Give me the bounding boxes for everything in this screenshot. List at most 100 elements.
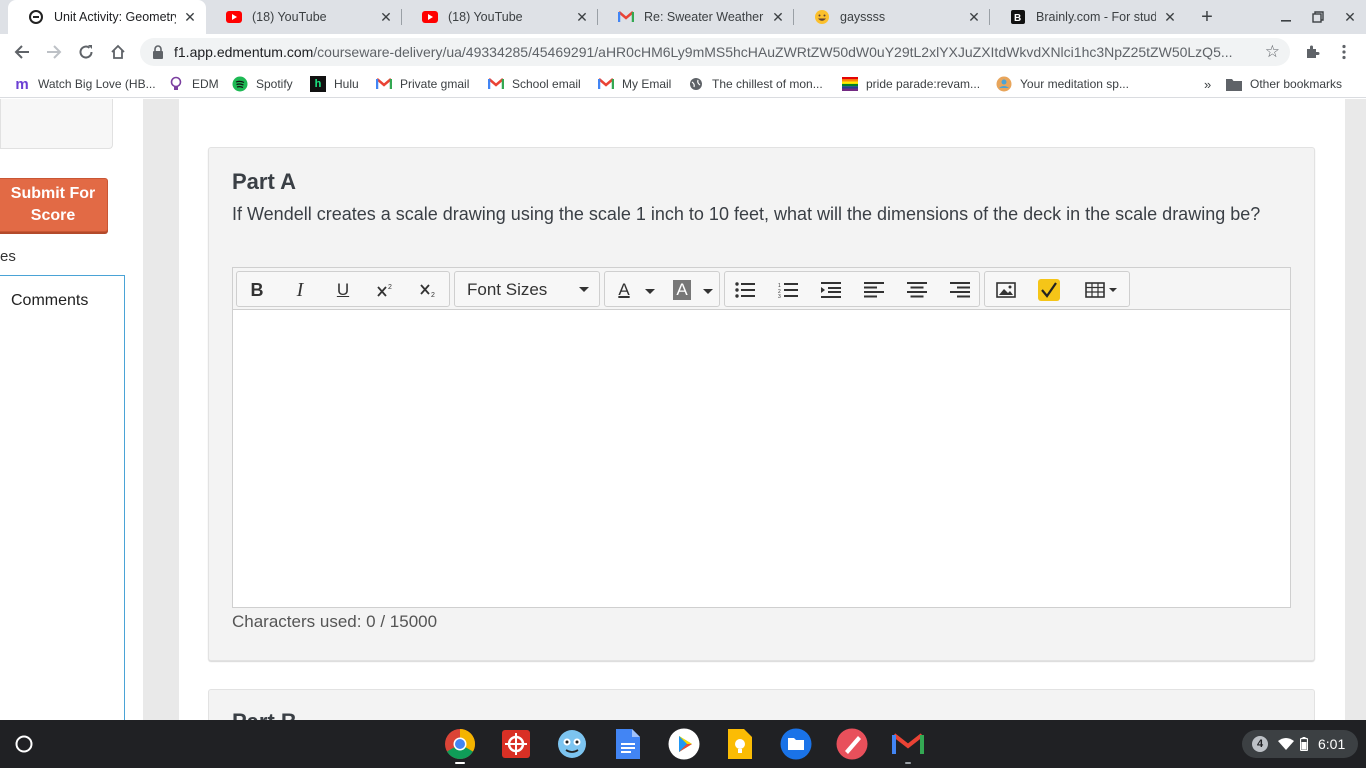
chevron-down-icon[interactable]: [645, 284, 655, 302]
tab-brainly[interactable]: B Brainly.com - For studen ✕: [990, 0, 1186, 34]
close-icon[interactable]: ✕: [1162, 9, 1178, 25]
minimize-icon[interactable]: [1275, 6, 1297, 28]
svg-text:3: 3: [778, 294, 781, 298]
comments-panel[interactable]: Comments: [0, 275, 125, 720]
tab-strip: Unit Activity: Geometry ✕ (18) YouTube ✕…: [0, 0, 1366, 34]
meditation-icon: [996, 76, 1012, 92]
youtube-icon: [422, 9, 438, 25]
gmail-icon: [488, 76, 504, 92]
background-color-button[interactable]: A: [667, 276, 697, 304]
tab-title: Re: Sweater Weather - br: [644, 10, 764, 24]
align-left-icon[interactable]: [859, 276, 889, 304]
chevron-down-icon[interactable]: [703, 284, 713, 302]
submit-for-score-button[interactable]: Submit For Score: [0, 178, 108, 232]
tab-gayssss[interactable]: gayssss ✕: [794, 0, 990, 34]
close-icon[interactable]: ✕: [966, 9, 982, 25]
address-bar[interactable]: f1.app.edmentum.com/courseware-delivery/…: [140, 38, 1290, 66]
underline-button[interactable]: U: [328, 276, 358, 304]
font-color-button[interactable]: A: [609, 276, 639, 304]
bold-button[interactable]: B: [242, 276, 272, 304]
bookmark-watch-big-love[interactable]: m Watch Big Love (HB...: [14, 75, 155, 93]
close-icon[interactable]: ✕: [378, 9, 394, 25]
chrome-icon[interactable]: [444, 728, 476, 760]
new-tab-icon[interactable]: +: [1195, 5, 1219, 29]
more-bookmarks-chevron[interactable]: »: [1204, 75, 1211, 93]
bookmark-chillest[interactable]: The chillest of mon...: [688, 75, 823, 93]
restore-icon[interactable]: [1307, 6, 1329, 28]
insert-image-icon[interactable]: [991, 276, 1021, 304]
flag-icon: [842, 76, 858, 92]
align-center-icon[interactable]: [902, 276, 932, 304]
bookmark-meditation[interactable]: Your meditation sp...: [996, 75, 1129, 93]
answer-textarea[interactable]: [233, 310, 1290, 607]
next-question-card: [208, 689, 1315, 720]
tab-gmail[interactable]: Re: Sweater Weather - br ✕: [598, 0, 794, 34]
gmail-icon: [618, 9, 634, 25]
reload-icon[interactable]: [74, 40, 98, 64]
brainly-icon: B: [1010, 9, 1026, 25]
close-icon[interactable]: ✕: [182, 9, 198, 25]
app-cartoon-icon[interactable]: [556, 728, 588, 760]
bookmark-hulu[interactable]: h Hulu: [310, 75, 359, 93]
home-icon[interactable]: [106, 40, 130, 64]
play-store-icon[interactable]: [668, 728, 700, 760]
notification-count[interactable]: 4: [1252, 736, 1268, 752]
other-bookmarks[interactable]: Other bookmarks: [1226, 75, 1342, 93]
bookmark-spotify[interactable]: Spotify: [232, 75, 293, 93]
subscript-icon[interactable]: 2: [414, 276, 444, 304]
app-red-icon[interactable]: [500, 728, 532, 760]
files-icon[interactable]: [780, 728, 812, 760]
italic-button[interactable]: I: [285, 276, 315, 304]
url-text: f1.app.edmentum.com/courseware-delivery/…: [174, 44, 1233, 60]
close-icon[interactable]: ✕: [770, 9, 786, 25]
tab-youtube-1[interactable]: (18) YouTube ✕: [206, 0, 402, 34]
emoji-icon: [814, 9, 830, 25]
status-tray[interactable]: 4 6:01: [1242, 730, 1358, 758]
back-icon[interactable]: [10, 40, 34, 64]
editor-toolbar: B I U 2 2 Font Sizes A A 1 2 3: [233, 268, 1290, 310]
svg-text:2: 2: [431, 292, 435, 298]
extensions-icon[interactable]: [1300, 40, 1324, 64]
numbered-list-icon[interactable]: 123: [773, 276, 803, 304]
globe-icon: [688, 76, 704, 92]
youtube-icon: [226, 9, 242, 25]
menu-icon[interactable]: [1332, 40, 1356, 64]
align-right-icon[interactable]: [945, 276, 975, 304]
tab-youtube-2[interactable]: (18) YouTube ✕: [402, 0, 598, 34]
equation-editor-icon[interactable]: [1034, 276, 1064, 304]
bookmark-edm[interactable]: EDM: [168, 75, 219, 93]
gmail-app-icon[interactable]: [892, 728, 924, 760]
left-panel-header: [0, 99, 113, 149]
launcher-icon[interactable]: [8, 728, 40, 760]
insert-table-icon[interactable]: [1079, 276, 1123, 304]
indent-icon[interactable]: [816, 276, 846, 304]
lock-icon[interactable]: [152, 45, 166, 59]
close-icon[interactable]: ✕: [574, 9, 590, 25]
tab-title: (18) YouTube: [252, 10, 327, 24]
characters-used: Characters used: 0 / 15000: [232, 612, 438, 631]
forward-icon[interactable]: [42, 40, 66, 64]
window-close-icon[interactable]: ✕: [1339, 6, 1361, 28]
tab-title: (18) YouTube: [448, 10, 523, 24]
superscript-icon[interactable]: 2: [371, 276, 401, 304]
bookmark-private-gmail[interactable]: Private gmail: [376, 75, 469, 93]
bookmark-star-icon[interactable]: ☆: [1265, 42, 1280, 62]
google-docs-icon[interactable]: [612, 728, 644, 760]
bookmark-pride-parade[interactable]: pride parade:revam...: [842, 75, 980, 93]
active-indicator: [455, 762, 465, 764]
paragraph-group: 123: [724, 271, 980, 307]
bullet-list-icon[interactable]: [730, 276, 760, 304]
partial-label: es: [0, 248, 16, 265]
chevron-down-icon: [579, 280, 589, 303]
google-keep-icon[interactable]: [724, 728, 756, 760]
gmail-icon: [598, 76, 614, 92]
font-sizes-select[interactable]: Font Sizes: [467, 280, 547, 300]
tab-title: gayssss: [840, 10, 886, 24]
rich-text-editor: B I U 2 2 Font Sizes A A 1 2 3: [232, 267, 1291, 608]
color-group: A A: [604, 271, 720, 307]
bookmarks-bar: m Watch Big Love (HB... EDM Spotify h Hulu…: [0, 70, 1366, 98]
bookmark-school-email[interactable]: School email: [488, 75, 581, 93]
tab-unit-activity[interactable]: Unit Activity: Geometry ✕: [8, 0, 206, 34]
bookmark-my-email[interactable]: My Email: [598, 75, 671, 93]
canvas-draw-icon[interactable]: [836, 728, 868, 760]
